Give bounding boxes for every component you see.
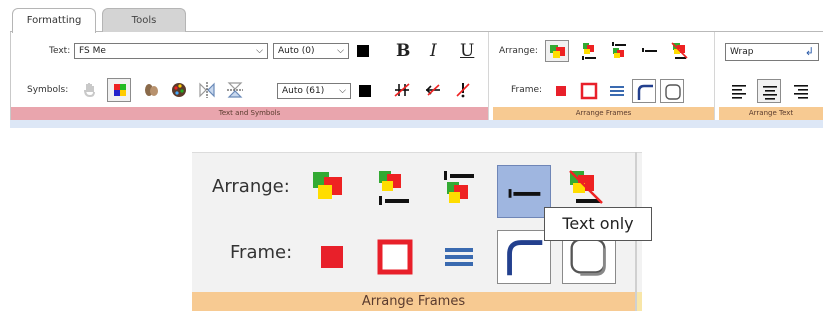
wrap-icon: ↲ — [804, 45, 814, 58]
tab-bar: Formatting Tools — [10, 8, 823, 33]
ribbon-bottom-strip — [10, 120, 823, 128]
chevron-down-icon: ⌵ — [337, 46, 344, 56]
palette-icon[interactable] — [169, 80, 189, 100]
bold-button[interactable]: B — [396, 42, 410, 60]
align-right-icon[interactable] — [791, 81, 811, 101]
arrange-below-icon[interactable] — [609, 41, 629, 61]
arrange-text-group: Wrap ↲ Arrange Text — [719, 32, 823, 120]
zoom-text-only-button[interactable] — [497, 165, 551, 218]
symbol-size-select[interactable]: Auto (61) ⌵ — [277, 83, 351, 99]
text-only-icon — [508, 189, 541, 198]
symbol-size-value: Auto (61) — [282, 86, 325, 96]
font-select-value: FS Me — [79, 46, 106, 56]
zoom-adjacent-strip — [637, 292, 642, 311]
font-select[interactable]: FS Me ⌵ — [74, 43, 268, 59]
strike-exclamation-icon[interactable] — [453, 80, 473, 100]
shapes-icon[interactable] — [141, 80, 161, 100]
chevron-down-icon: ⌵ — [339, 86, 346, 96]
flip-vertical-icon[interactable] — [225, 80, 245, 100]
no-arrange-icon[interactable] — [669, 41, 689, 61]
wrap-value: Wrap — [730, 47, 754, 57]
zoom-corner-rounded-button[interactable] — [497, 230, 551, 284]
align-left-icon[interactable] — [729, 81, 749, 101]
zoomed-arrange-frames: Arrange: Text only Frame: Arrange Frames — [192, 152, 652, 311]
symbols-label: Symbols: — [27, 85, 69, 95]
arrange-label: Arrange: — [499, 46, 538, 56]
zoom-frame-lines-icon[interactable] — [439, 237, 479, 277]
text-only-tooltip: Text only — [544, 207, 652, 241]
tab-formatting[interactable]: Formatting — [12, 8, 96, 33]
zoom-frame-filled-icon[interactable] — [312, 237, 352, 277]
text-only-icon[interactable] — [639, 41, 659, 61]
background-gap — [0, 147, 192, 155]
zoom-arrange-label: Arrange: — [212, 176, 290, 197]
wrap-select[interactable]: Wrap ↲ — [725, 43, 819, 61]
font-size-select[interactable]: Auto (0) ⌵ — [273, 43, 349, 59]
arrange-frames-label: Arrange Frames — [493, 107, 714, 120]
text-label: Text: — [49, 46, 71, 56]
text-and-symbols-group: Text: FS Me ⌵ Auto (0) ⌵ B I U Symbols: — [11, 32, 489, 120]
frame-outline-icon[interactable] — [579, 81, 599, 101]
zoom-arrange-overlap-icon[interactable] — [310, 169, 350, 209]
symbol-grid-button[interactable] — [107, 78, 131, 102]
zoom-frame-label: Frame: — [230, 242, 293, 263]
grid-symbol-icon — [114, 84, 126, 96]
chevron-down-icon: ⌵ — [256, 46, 263, 56]
arrange-text-label: Arrange Text — [719, 107, 823, 120]
strike-cross-icon[interactable] — [392, 80, 412, 100]
zoom-top-line — [192, 152, 642, 153]
align-center-button[interactable] — [757, 79, 781, 103]
corner-shadow-icon — [665, 84, 681, 100]
arrange-above-icon[interactable] — [579, 41, 599, 61]
arrange-overlap-button[interactable] — [545, 40, 569, 62]
corner-rounded-icon — [507, 240, 543, 276]
hand-icon[interactable] — [79, 80, 99, 100]
arrange-frames-group: Arrange: Frame: Arrange Frames — [493, 32, 715, 120]
underline-button[interactable]: U — [460, 42, 474, 60]
strike-arrow-icon[interactable] — [423, 80, 443, 100]
zoom-arrange-above-icon[interactable] — [375, 169, 415, 209]
symbol-color-swatch[interactable] — [359, 85, 371, 97]
zoom-arrange-frames-label: Arrange Frames — [192, 292, 635, 311]
arrange-overlap-icon — [550, 45, 565, 58]
text-and-symbols-label: Text and Symbols — [11, 107, 488, 120]
frame-label: Frame: — [511, 85, 543, 95]
font-size-value: Auto (0) — [278, 46, 315, 56]
corner-rounded-icon — [637, 84, 653, 100]
zoom-frame-outline-icon[interactable] — [375, 237, 415, 277]
align-center-icon — [763, 86, 777, 100]
italic-button[interactable]: I — [430, 42, 437, 60]
text-color-swatch[interactable] — [357, 45, 369, 57]
zoom-no-arrange-icon[interactable] — [566, 169, 606, 209]
ribbon-body: Text: FS Me ⌵ Auto (0) ⌵ B I U Symbols: — [10, 32, 823, 120]
ribbon: Formatting Tools Text: FS Me ⌵ Auto (0) … — [10, 0, 823, 128]
frame-corner-square-button[interactable] — [632, 79, 656, 103]
tab-tools[interactable]: Tools — [102, 8, 186, 32]
flip-horizontal-icon[interactable] — [197, 80, 217, 100]
frame-corner-round-button[interactable] — [660, 79, 684, 103]
frame-filled-icon[interactable] — [551, 81, 571, 101]
zoom-arrange-below-icon[interactable] — [440, 169, 480, 209]
frame-lines-icon[interactable] — [607, 81, 627, 101]
